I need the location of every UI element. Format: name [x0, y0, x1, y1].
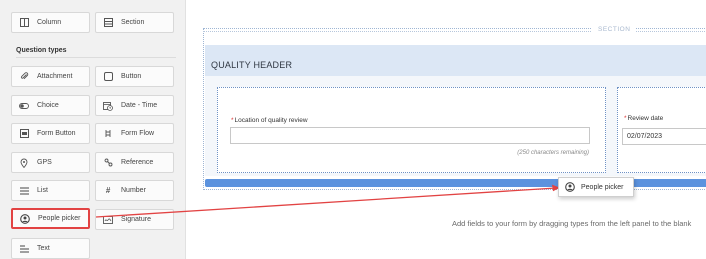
annotation-arrow	[95, 184, 560, 218]
person-icon	[565, 182, 575, 192]
drag-ghost-label: People picker	[581, 183, 624, 191]
drag-ghost-people-picker[interactable]: People picker	[558, 177, 634, 197]
